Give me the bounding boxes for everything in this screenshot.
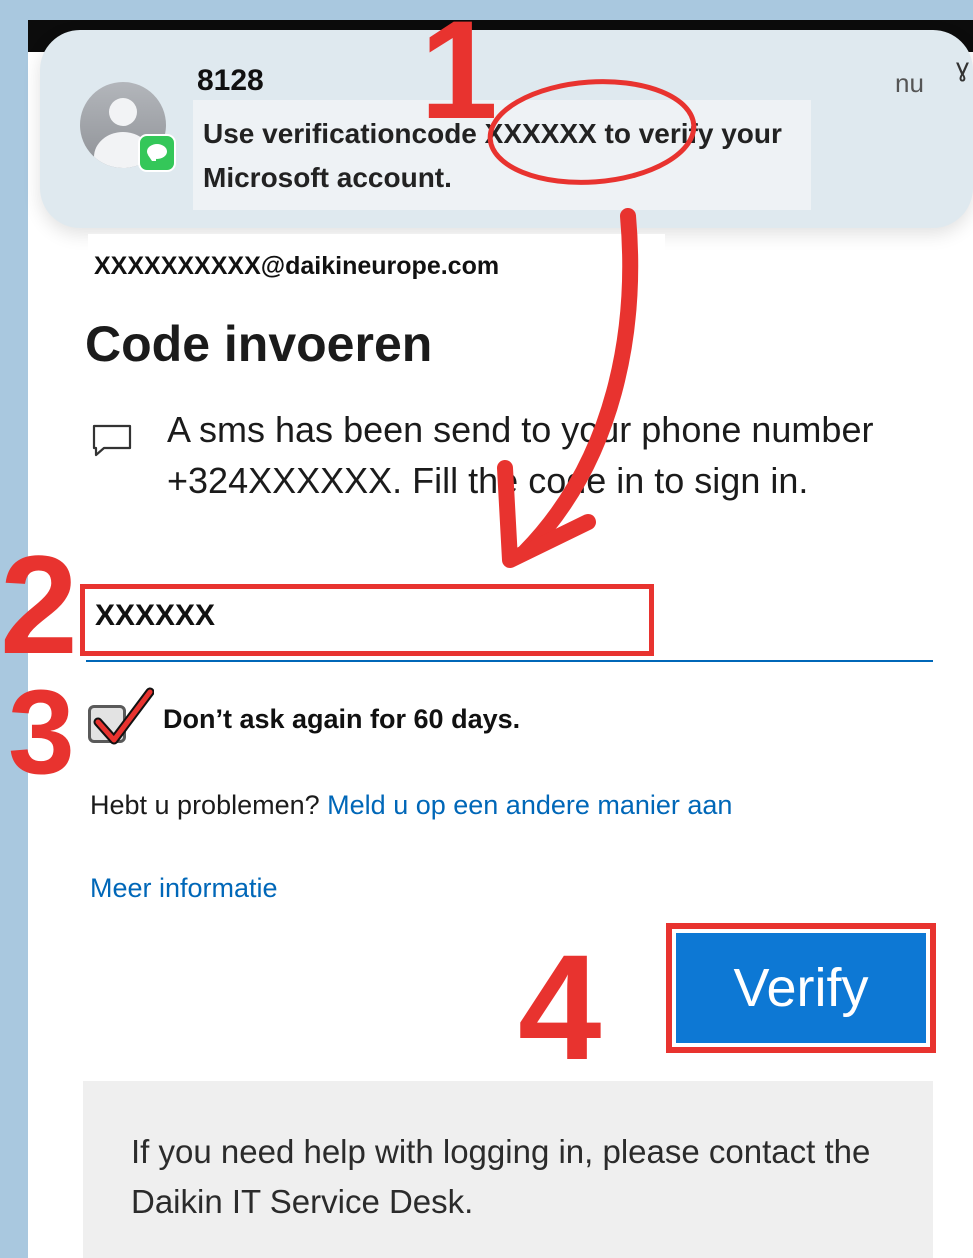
- message-icon: [92, 424, 132, 457]
- notification-sender: 8128: [197, 64, 264, 97]
- page-title: Code invoeren: [85, 316, 433, 372]
- alternate-signin-link[interactable]: Meld u op een andere manier aan: [327, 790, 732, 820]
- help-text: If you need help with logging in, please…: [83, 1081, 933, 1258]
- verify-button[interactable]: Verify: [676, 933, 926, 1043]
- checkmark-icon: [93, 687, 154, 745]
- messages-app-icon: [138, 134, 176, 172]
- problems-prefix: Hebt u problemen?: [90, 790, 320, 820]
- account-email: XXXXXXXXXX@daikineurope.com: [88, 234, 665, 280]
- step-2-marker: 2: [0, 526, 78, 683]
- step-4-marker: 4: [518, 923, 602, 1091]
- notification-time: nu: [895, 68, 924, 98]
- step-3-marker: 3: [8, 665, 75, 799]
- more-info-link[interactable]: Meer informatie: [90, 873, 278, 904]
- remember-label[interactable]: Don’t ask again for 60 days.: [163, 704, 520, 735]
- problems-text: Hebt u problemen? Meld u op een andere m…: [90, 790, 732, 821]
- sms-info-text: A sms has been send to your phone number…: [167, 409, 874, 501]
- code-input[interactable]: XXXXXX: [80, 584, 654, 656]
- notification-close-icon[interactable]: ɣ: [956, 52, 969, 83]
- step-1-marker: 1: [420, 0, 498, 148]
- notification-message: Use verificationcode XXXXXX to verify yo…: [193, 100, 811, 210]
